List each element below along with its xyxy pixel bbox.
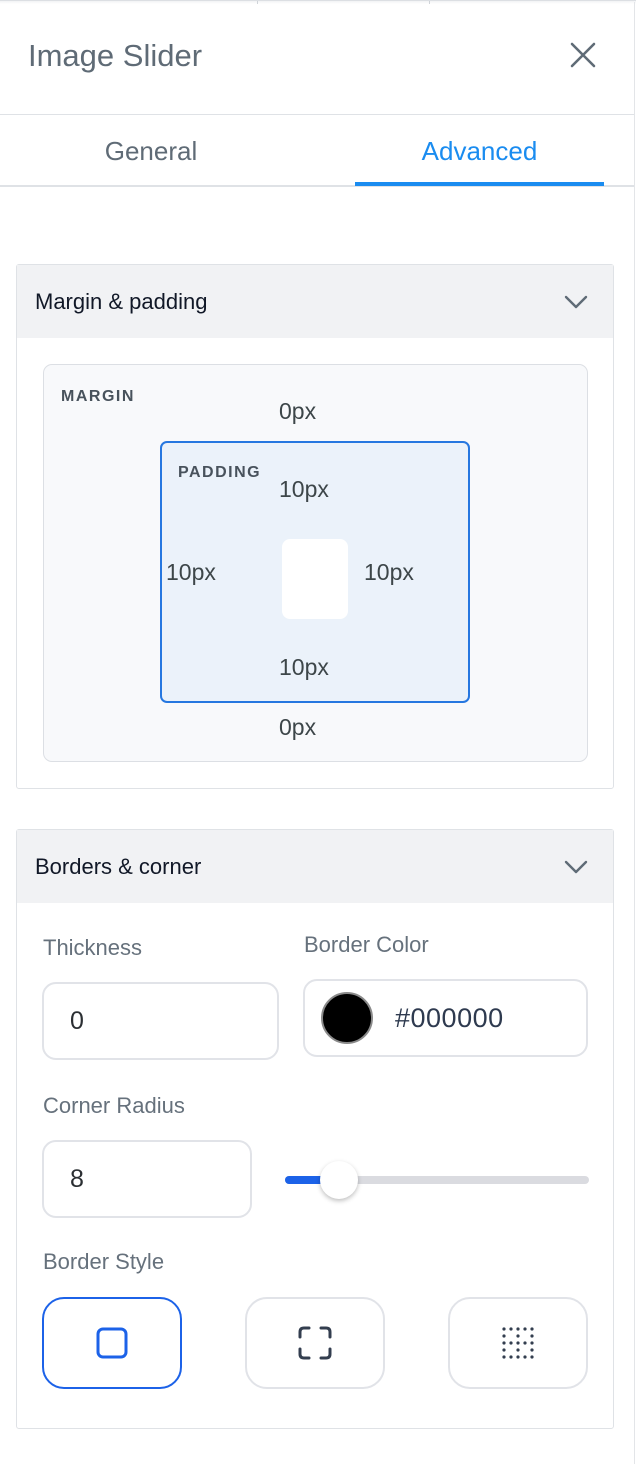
- padding-bottom-value[interactable]: 10px: [279, 654, 329, 681]
- panel-title: Image Slider: [28, 38, 203, 73]
- content-box: [282, 539, 348, 619]
- dot: [502, 1327, 506, 1331]
- padding-right-value[interactable]: 10px: [364, 559, 414, 586]
- padding-left-value[interactable]: 10px: [166, 559, 216, 586]
- margin-padding-header[interactable]: Margin & padding: [17, 265, 613, 338]
- dot: [516, 1327, 520, 1331]
- dot: [516, 1348, 520, 1352]
- tab-advanced[interactable]: Advanced: [355, 116, 604, 187]
- margin-top-value[interactable]: 0px: [279, 398, 316, 425]
- corner-radius-input[interactable]: 8: [42, 1140, 252, 1218]
- padding-top-value[interactable]: 10px: [279, 476, 329, 503]
- thickness-label: Thickness: [43, 935, 143, 960]
- dot: [509, 1355, 513, 1359]
- border-color-value: #000000: [395, 1002, 504, 1033]
- dot: [523, 1327, 527, 1331]
- section-title: Borders & corner: [35, 853, 202, 879]
- margin-label: MARGIN: [61, 388, 135, 405]
- dot: [530, 1327, 534, 1331]
- dot: [516, 1341, 520, 1345]
- borders-corner-header[interactable]: Borders & corner: [17, 830, 613, 903]
- dot: [530, 1355, 534, 1359]
- dot: [502, 1348, 506, 1352]
- corner-radius-label: Corner Radius: [43, 1093, 185, 1118]
- close-button[interactable]: [566, 38, 600, 72]
- dot: [516, 1334, 520, 1338]
- section-title: Margin & padding: [35, 288, 208, 314]
- panel-right-border: [634, 2, 635, 1464]
- dot: [530, 1334, 534, 1338]
- dot: [523, 1355, 527, 1359]
- dot: [523, 1341, 527, 1345]
- color-swatch[interactable]: [321, 992, 373, 1044]
- dot: [509, 1341, 513, 1345]
- dot: [502, 1355, 506, 1359]
- thickness-input[interactable]: 0: [42, 982, 279, 1060]
- border-color-input[interactable]: #000000: [303, 979, 588, 1057]
- border-style-dotted-button[interactable]: [448, 1297, 588, 1389]
- dot: [502, 1334, 506, 1338]
- tab-bar: General Advanced: [0, 116, 634, 187]
- square-solid-icon: [96, 1327, 128, 1359]
- square-dashed-icon: [298, 1326, 332, 1360]
- active-tab-indicator: [355, 182, 604, 186]
- margin-box: MARGIN 0px PADDING 10px 10px 10px 10px 0…: [43, 364, 588, 762]
- slider-fill: [285, 1176, 322, 1184]
- dot: [502, 1341, 506, 1345]
- margin-bottom-value[interactable]: 0px: [279, 714, 316, 741]
- close-icon: [570, 42, 596, 68]
- border-style-solid-button[interactable]: [42, 1297, 182, 1389]
- corner-radius-slider[interactable]: [285, 1160, 589, 1200]
- border-style-label: Border Style: [43, 1249, 165, 1274]
- borders-corner-section: Borders & corner Thickness Border Color …: [16, 829, 614, 1429]
- thickness-value: 0: [70, 1006, 84, 1035]
- tab-general[interactable]: General: [0, 116, 302, 187]
- padding-label: PADDING: [178, 464, 262, 481]
- corner-radius-value: 8: [70, 1164, 84, 1193]
- slider-thumb[interactable]: [320, 1161, 359, 1199]
- chevron-down-icon: [564, 295, 588, 309]
- dot: [516, 1355, 520, 1359]
- chevron-down-icon: [564, 860, 588, 874]
- dot: [509, 1327, 513, 1331]
- padding-box: PADDING 10px 10px 10px 10px: [160, 441, 470, 703]
- border-color-label: Border Color: [304, 932, 429, 957]
- square-dotted-icon: [502, 1327, 534, 1359]
- panel-header: Image Slider: [0, 0, 634, 115]
- dot: [530, 1348, 534, 1352]
- margin-padding-section: Margin & padding MARGIN 0px PADDING 10px…: [16, 264, 614, 789]
- dot: [530, 1341, 534, 1345]
- border-style-dashed-button[interactable]: [245, 1297, 385, 1389]
